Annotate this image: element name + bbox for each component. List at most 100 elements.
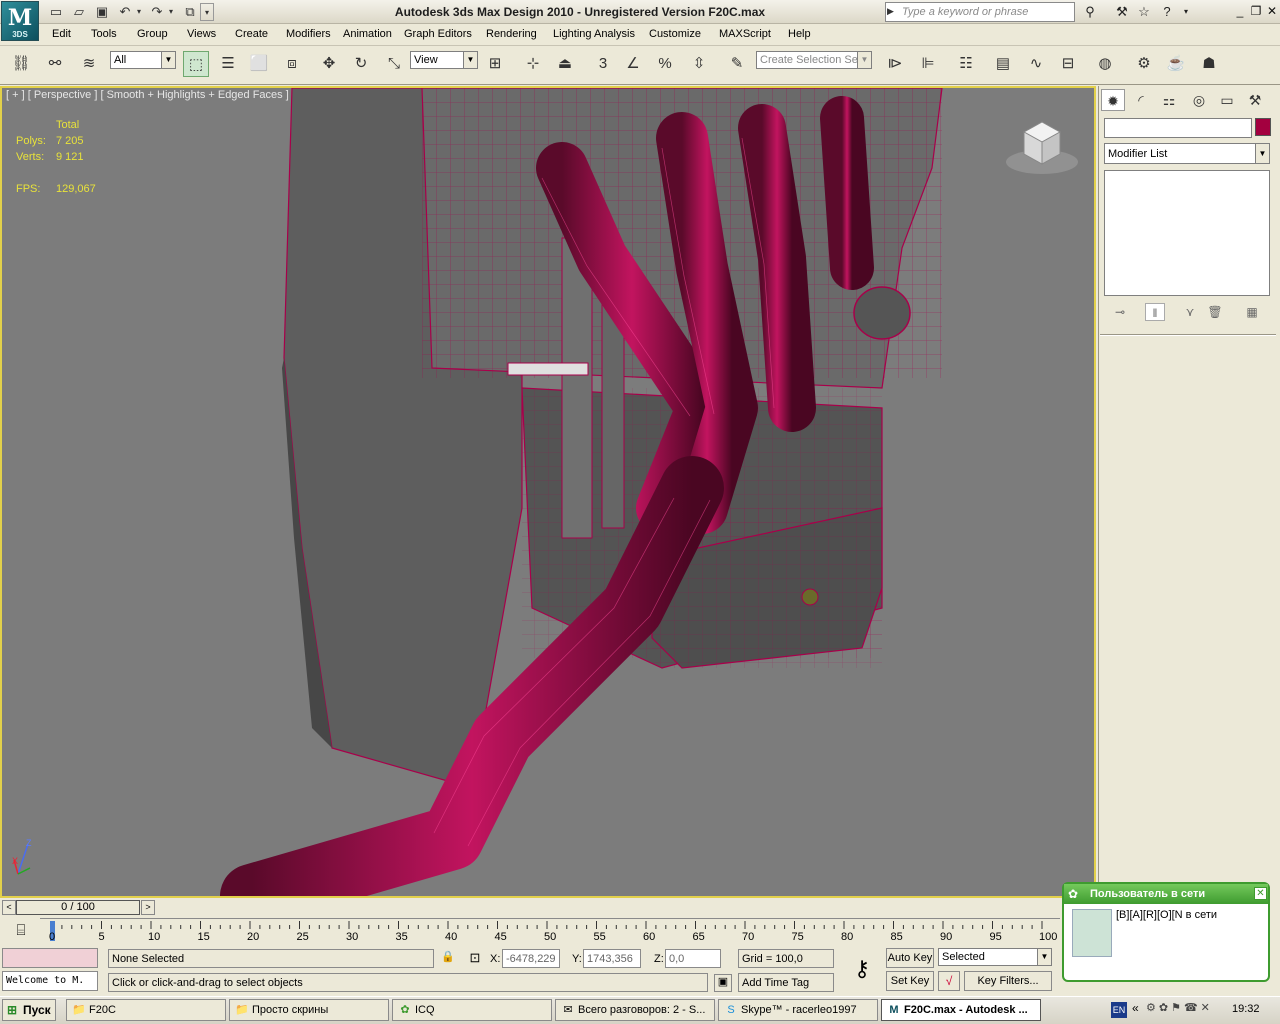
select-and-move-icon[interactable]: ✥: [316, 51, 342, 77]
y-coord-input[interactable]: 1743,356: [583, 949, 641, 968]
set-key-button[interactable]: Set Key: [886, 971, 934, 991]
spinner-snap-icon[interactable]: ⇳: [686, 51, 712, 77]
add-time-tag-button[interactable]: Add Time Tag: [738, 973, 834, 992]
z-coord-input[interactable]: 0,0: [665, 949, 721, 968]
select-and-rotate-icon[interactable]: ↻: [348, 51, 374, 77]
hierarchy-tab-icon[interactable]: ⚏: [1157, 89, 1181, 111]
angle-snap-icon[interactable]: ∠: [620, 51, 646, 77]
application-button[interactable]: M 3DS: [1, 1, 39, 41]
search-expand-icon[interactable]: ▶: [887, 6, 894, 17]
menu-animation[interactable]: Animation: [343, 28, 392, 40]
tray-expand-icon[interactable]: «: [1132, 1001, 1139, 1015]
open-mini-curve-editor-icon[interactable]: ⌸: [8, 920, 34, 942]
menu-group[interactable]: Group: [137, 28, 168, 40]
menu-customize[interactable]: Customize: [649, 28, 701, 40]
undo-dropdown-icon[interactable]: ▾: [134, 3, 144, 21]
key-filter-selection-dropdown[interactable]: Selected ▼: [938, 948, 1052, 966]
menu-create[interactable]: Create: [235, 28, 268, 40]
render-production-icon[interactable]: ☗: [1196, 51, 1222, 77]
time-slider-thumb[interactable]: 0 / 100: [16, 900, 140, 915]
icq-notification-close-icon[interactable]: ✕: [1254, 887, 1267, 900]
time-slider-track[interactable]: [0, 899, 1060, 917]
taskbar-item-skype[interactable]: S Skype™ - racerleo1997: [718, 999, 878, 1021]
named-selection-set-input[interactable]: Create Selection Se ▼: [756, 51, 872, 69]
keyboard-shortcut-override-icon[interactable]: ⏏: [552, 51, 578, 77]
pin-stack-icon[interactable]: ⊸: [1110, 303, 1130, 321]
select-object-icon[interactable]: ⬚: [183, 51, 209, 77]
bind-to-space-warp-icon[interactable]: ≋: [76, 51, 102, 77]
rectangular-selection-icon[interactable]: ⬜: [246, 51, 272, 77]
favorites-star-icon[interactable]: ☆: [1134, 3, 1154, 21]
menu-modifiers[interactable]: Modifiers: [286, 28, 331, 40]
redo-icon[interactable]: ↷: [148, 3, 166, 21]
x-coord-input[interactable]: -6478,229: [502, 949, 560, 968]
remove-modifier-icon[interactable]: 🗑: [1205, 303, 1225, 321]
unlink-selection-icon[interactable]: ⚯: [42, 51, 68, 77]
show-end-result-icon[interactable]: ‖: [1145, 303, 1165, 321]
communication-center-icon[interactable]: ⚒: [1112, 3, 1132, 21]
restore-icon[interactable]: ❐: [1248, 3, 1264, 19]
menu-edit[interactable]: Edit: [52, 28, 71, 40]
object-color-swatch[interactable]: [1255, 118, 1271, 136]
selection-lock-icon[interactable]: 🔒: [440, 950, 456, 968]
time-slider-prev-icon[interactable]: <: [2, 900, 16, 915]
save-file-icon[interactable]: ▣: [93, 3, 111, 21]
taskbar-item-icq[interactable]: ✿ ICQ: [392, 999, 552, 1021]
language-indicator[interactable]: EN: [1111, 1002, 1127, 1018]
auto-key-button[interactable]: Auto Key: [886, 948, 934, 968]
help-icon[interactable]: ?: [1157, 3, 1177, 21]
open-file-icon[interactable]: ▱: [70, 3, 88, 21]
reference-coordinate-dropdown[interactable]: View ▼: [410, 51, 478, 69]
modifier-list-dropdown[interactable]: Modifier List ▼: [1104, 143, 1270, 164]
time-tag-icon[interactable]: ▣: [714, 974, 732, 992]
rendered-frame-window-icon[interactable]: ☕: [1163, 51, 1189, 77]
menu-graph-editors[interactable]: Graph Editors: [404, 28, 472, 40]
perspective-viewport[interactable]: [0, 86, 1096, 898]
schematic-view-icon[interactable]: ⊟: [1055, 51, 1081, 77]
new-file-icon[interactable]: ▭: [47, 3, 65, 21]
layer-manager-icon[interactable]: ☷: [953, 51, 979, 77]
object-name-input[interactable]: [1104, 118, 1252, 138]
infocenter-binoculars-icon[interactable]: ⚲: [1080, 3, 1100, 21]
menu-lighting-analysis[interactable]: Lighting Analysis: [553, 28, 635, 40]
mirror-icon[interactable]: ⧐: [882, 51, 908, 77]
modifier-stack-list[interactable]: [1104, 170, 1270, 296]
set-key-key-icon[interactable]: ⚷: [842, 953, 882, 985]
menu-views[interactable]: Views: [187, 28, 216, 40]
window-crossing-icon[interactable]: ⧈: [279, 51, 305, 77]
search-input[interactable]: Type a keyword or phrase: [885, 2, 1075, 22]
select-and-scale-icon[interactable]: ⤡: [381, 51, 407, 77]
help-dropdown-icon[interactable]: ▾: [1180, 3, 1192, 21]
edit-named-selection-icon[interactable]: ✎: [724, 51, 750, 77]
select-and-link-icon[interactable]: ⛓: [8, 51, 34, 77]
maxscript-listener-mini[interactable]: [2, 948, 98, 968]
system-tray-icons[interactable]: ⚙✿⚑☎✕: [1146, 1001, 1226, 1019]
configure-modifier-sets-icon[interactable]: ▦: [1242, 303, 1262, 321]
curve-editor-icon[interactable]: ∿: [1023, 51, 1049, 77]
viewport-label-menu[interactable]: [ + ] [ Perspective ] [ Smooth + Highlig…: [6, 89, 289, 101]
key-filters-button[interactable]: Key Filters...: [964, 971, 1052, 991]
maxscript-output[interactable]: Welcome to M.: [2, 971, 98, 991]
taskbar-item-conversations[interactable]: ✉ Всего разговоров: 2 - S...: [555, 999, 715, 1021]
select-by-name-icon[interactable]: ☰: [215, 51, 241, 77]
selection-filter-dropdown[interactable]: All ▼: [110, 51, 176, 69]
make-unique-icon[interactable]: ⋎: [1180, 303, 1200, 321]
time-slider-next-icon[interactable]: >: [141, 900, 155, 915]
display-tab-icon[interactable]: ▭: [1215, 89, 1239, 111]
menu-maxscript[interactable]: MAXScript: [719, 28, 771, 40]
absolute-mode-icon[interactable]: ⊡: [466, 950, 484, 968]
create-tab-icon[interactable]: ✹: [1101, 89, 1125, 111]
menu-rendering[interactable]: Rendering: [486, 28, 537, 40]
render-setup-icon[interactable]: ⚙: [1131, 51, 1157, 77]
undo-icon[interactable]: ↶: [116, 3, 134, 21]
menu-help[interactable]: Help: [788, 28, 811, 40]
snaps-toggle-icon[interactable]: 3: [590, 51, 616, 77]
pivot-point-center-icon[interactable]: ⊞: [482, 51, 508, 77]
utilities-tab-icon[interactable]: ⚒: [1243, 89, 1267, 111]
material-editor-icon[interactable]: ◍: [1092, 51, 1118, 77]
taskbar-item-screens-folder[interactable]: 📁 Просто скрины: [229, 999, 389, 1021]
taskbar-item-f20c-folder[interactable]: 📁 F20C: [66, 999, 226, 1021]
redo-dropdown-icon[interactable]: ▾: [166, 3, 176, 21]
close-icon[interactable]: ✕: [1264, 3, 1280, 19]
percent-snap-icon[interactable]: %: [652, 51, 678, 77]
